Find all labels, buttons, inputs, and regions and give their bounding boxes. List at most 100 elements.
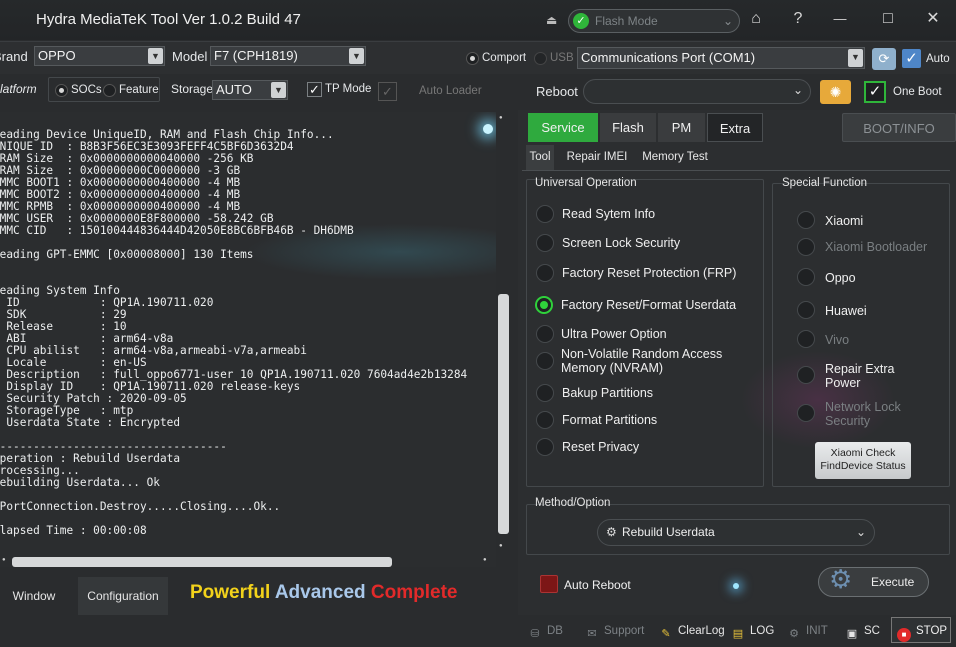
xiaomi-bootloader-label[interactable]: Xiaomi Bootloader — [825, 240, 927, 254]
method-value: Rebuild Userdata — [622, 525, 715, 539]
oppo-label[interactable]: Oppo — [825, 271, 856, 285]
check-icon: ✓ — [573, 13, 589, 29]
network-lock-radio[interactable] — [797, 404, 815, 422]
backup-partitions-label[interactable]: Bakup Partitions — [562, 386, 653, 400]
scroll-up-icon[interactable]: ● — [499, 115, 503, 121]
execute-button[interactable]: ⚙ Execute — [818, 564, 929, 597]
network-lock-label-line1[interactable]: Network Lock — [825, 400, 901, 414]
tab-flash[interactable]: Flash — [600, 113, 656, 142]
port-select[interactable]: Communications Port (COM1) ▼ — [577, 47, 865, 69]
reboot-select[interactable]: ⌄ — [583, 79, 811, 104]
gear-icon: ⚙ — [829, 564, 853, 594]
repair-extra-power-radio[interactable] — [797, 366, 815, 384]
model-select[interactable]: F7 (CPH1819) ▼ — [210, 46, 366, 66]
tab-service[interactable]: Service — [528, 113, 598, 142]
nvram-label-line1[interactable]: Non-Volatile Random Access — [561, 347, 722, 361]
reset-privacy-radio[interactable] — [536, 438, 554, 456]
vivo-label[interactable]: Vivo — [825, 333, 849, 347]
auto-reboot-checkbox[interactable] — [540, 575, 558, 593]
storage-label: Storage — [171, 82, 214, 96]
xiaomi-radio[interactable] — [797, 211, 815, 229]
stop-label: STOP — [916, 625, 948, 637]
screen-lock-label[interactable]: Screen Lock Security — [562, 236, 680, 250]
model-value: F7 (CPH1819) — [214, 48, 298, 63]
method-select[interactable]: ⚙ Rebuild Userdata ⌄ — [597, 519, 875, 546]
stop-button[interactable]: ■ STOP — [897, 622, 948, 642]
tab-window[interactable]: Window — [0, 577, 68, 615]
screen-lock-radio[interactable] — [536, 234, 554, 252]
log-console[interactable]: Reading Device UniqueID, RAM and Flash C… — [0, 112, 496, 567]
screenshot-button[interactable]: ▣ SC — [845, 622, 880, 640]
auto-reboot-label[interactable]: Auto Reboot — [564, 578, 631, 592]
log-horizontal-scroll-thumb[interactable] — [12, 557, 392, 567]
brand-select[interactable]: OPPO ▼ — [34, 46, 165, 66]
tab-pm[interactable]: PM — [658, 113, 705, 142]
auto-loader-checkbox[interactable]: ✓ — [378, 82, 397, 101]
socs-radio[interactable] — [55, 84, 68, 97]
backup-partitions-radio[interactable] — [536, 384, 554, 402]
vivo-radio[interactable] — [797, 330, 815, 348]
network-lock-label-line2[interactable]: Security — [825, 414, 870, 428]
frp-radio[interactable] — [536, 264, 554, 282]
repair-extra-label-line2[interactable]: Power — [825, 376, 860, 390]
gear-icon: ⚙ — [606, 525, 617, 539]
huawei-label[interactable]: Huawei — [825, 304, 867, 318]
subtab-tool[interactable]: Tool — [526, 145, 554, 170]
chevron-down-icon: ▼ — [271, 82, 286, 98]
scroll-left-icon[interactable]: ● — [2, 557, 6, 563]
storage-select[interactable]: AUTO ▼ — [212, 80, 288, 100]
help-icon[interactable]: ? — [785, 6, 811, 32]
huawei-radio[interactable] — [797, 301, 815, 319]
tab-extra[interactable]: Extra — [707, 113, 763, 142]
factory-reset-label[interactable]: Factory Reset/Format Userdata — [561, 298, 736, 312]
nvram-label-line2[interactable]: Memory (NVRAM) — [561, 361, 663, 375]
reset-privacy-label[interactable]: Reset Privacy — [562, 440, 639, 454]
subtab-memory-test[interactable]: Memory Test — [638, 145, 712, 170]
frp-label[interactable]: Factory Reset Protection (FRP) — [562, 266, 736, 280]
auto-checkbox[interactable]: ✓ — [902, 49, 921, 68]
support-button[interactable]: ✉ Support — [585, 622, 644, 640]
one-boot-checkbox[interactable]: ✓ — [864, 81, 886, 103]
scroll-down-icon[interactable]: ● — [499, 543, 503, 549]
boot-info-button[interactable]: BOOT/INFO — [842, 113, 956, 142]
format-partitions-radio[interactable] — [536, 411, 554, 429]
scroll-right-icon[interactable]: ● — [483, 557, 487, 563]
ultra-power-radio[interactable] — [536, 325, 554, 343]
xiaomi-bootloader-radio[interactable] — [797, 238, 815, 256]
model-label: Model — [172, 49, 208, 64]
platform-label: Platform — [0, 82, 37, 96]
tab-configuration[interactable]: Configuration — [78, 577, 168, 615]
factory-reset-radio[interactable] — [535, 296, 553, 314]
read-system-info-label[interactable]: Read Sytem Info — [562, 207, 655, 221]
oppo-radio[interactable] — [797, 268, 815, 286]
universal-operation-title: Universal Operation — [535, 177, 637, 189]
refresh-ports-icon[interactable]: ⟳ — [872, 48, 896, 70]
usb-radio[interactable] — [534, 52, 547, 65]
tp-mode-checkbox[interactable]: ✓ — [307, 82, 322, 97]
maximize-button[interactable]: □ — [875, 6, 901, 32]
xiaomi-check-button[interactable]: Xiaomi Check FindDevice Status — [815, 442, 911, 479]
read-system-info-radio[interactable] — [536, 205, 554, 223]
log-vertical-scroll-thumb[interactable] — [498, 294, 509, 534]
clearlog-button[interactable]: ✎ ClearLog — [659, 622, 724, 640]
ultra-power-label[interactable]: Ultra Power Option — [561, 327, 667, 341]
minimize-button[interactable]: — — [827, 6, 853, 32]
chevron-down-icon: ▼ — [148, 48, 163, 64]
repair-extra-label-line1[interactable]: Repair Extra — [825, 362, 894, 376]
log-button[interactable]: ▤ LOG — [731, 622, 775, 640]
format-partitions-label[interactable]: Format Partitions — [562, 413, 657, 427]
subtab-repair-imei[interactable]: Repair IMEI — [562, 145, 632, 170]
brand-value: OPPO — [38, 48, 76, 63]
one-boot-label: One Boot — [893, 86, 942, 98]
feature-radio[interactable] — [103, 84, 116, 97]
comport-radio[interactable] — [466, 52, 479, 65]
mode-select[interactable]: ✓ Flash Mode ⌄ — [568, 9, 740, 33]
close-button[interactable]: ✕ — [920, 6, 946, 32]
reboot-go-icon[interactable]: ✺ — [820, 80, 851, 104]
support-icon: ✉ — [587, 628, 597, 640]
xiaomi-label[interactable]: Xiaomi — [825, 214, 863, 228]
nvram-radio[interactable] — [536, 352, 554, 370]
init-button[interactable]: ⚙ INIT — [787, 622, 828, 640]
db-button[interactable]: ⛁ DB — [528, 622, 563, 640]
home-icon[interactable]: ⌂ — [743, 6, 769, 32]
